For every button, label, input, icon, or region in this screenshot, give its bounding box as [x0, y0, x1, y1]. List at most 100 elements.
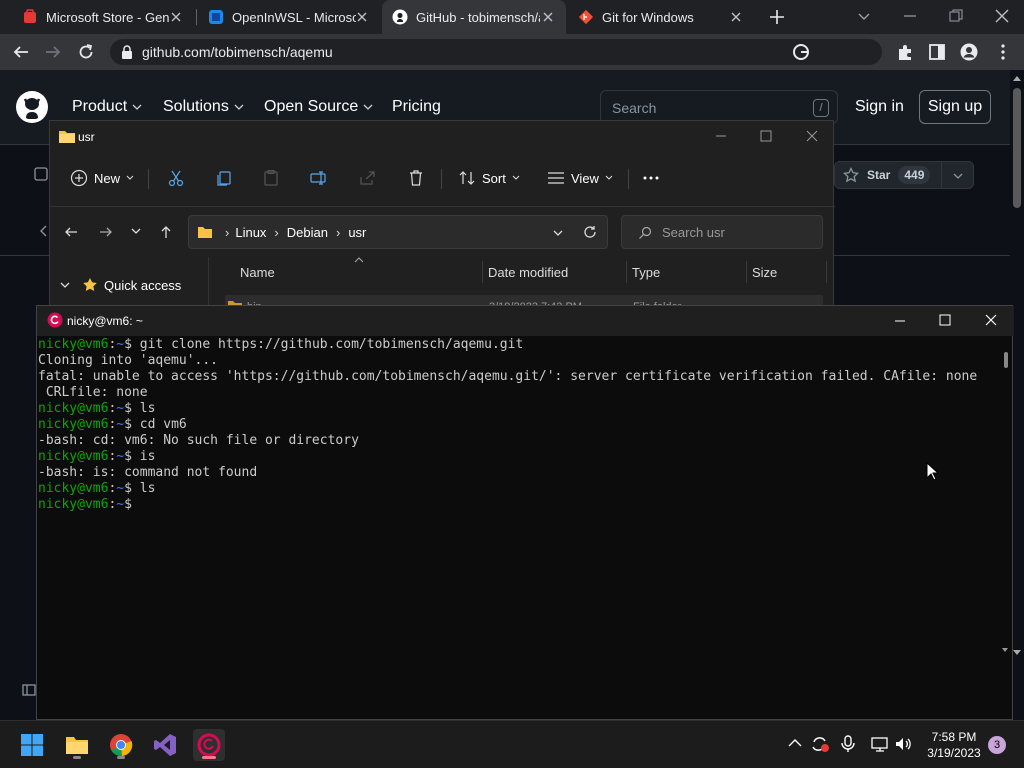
back-arrow-icon[interactable] [64, 225, 78, 239]
google-lens-icon[interactable] [792, 43, 810, 61]
scroll-left-icon[interactable] [40, 225, 48, 237]
view-button[interactable]: View [547, 169, 613, 187]
chevron-down-icon [131, 101, 143, 113]
chevron-down-icon[interactable] [553, 229, 563, 237]
sign-up-button[interactable]: Sign up [919, 90, 991, 124]
breadcrumb-linux[interactable]: Linux [235, 225, 266, 240]
refresh-icon[interactable] [583, 225, 597, 239]
star-list-dropdown[interactable] [941, 161, 974, 189]
prompt-path: ~ [116, 497, 125, 512]
search-icon [638, 226, 652, 240]
show-hidden-icons-icon[interactable] [788, 738, 802, 748]
taskbar-file-explorer[interactable] [61, 729, 93, 761]
github-search-input[interactable]: Search / [600, 90, 838, 124]
terminal-scrollbar[interactable] [1004, 352, 1008, 368]
maximize-icon[interactable] [759, 129, 773, 143]
taskbar-debian-terminal[interactable] [193, 729, 225, 761]
forward-icon[interactable] [44, 43, 62, 61]
close-icon[interactable] [984, 313, 998, 327]
taskbar-visual-studio[interactable] [149, 729, 181, 761]
close-icon[interactable] [728, 9, 744, 25]
sync-icon[interactable] [810, 735, 830, 753]
explorer-title: usr [78, 130, 95, 144]
prompt-path: ~ [116, 337, 125, 352]
nav-open-source[interactable]: Open Source [264, 98, 374, 116]
explorer-address-bar[interactable]: › Linux › Debian › usr [188, 215, 608, 249]
tab-search-icon[interactable] [856, 8, 872, 24]
start-button[interactable] [16, 729, 48, 761]
nav-pricing[interactable]: Pricing [392, 98, 441, 116]
column-date-modified[interactable]: Date modified [488, 265, 568, 280]
breadcrumb-debian[interactable]: Debian [287, 225, 328, 240]
new-button[interactable]: New [70, 169, 134, 187]
sort-button[interactable]: Sort [458, 169, 520, 187]
tab-microsoft-store[interactable]: Microsoft Store - Gene [12, 0, 194, 34]
up-arrow-icon[interactable] [159, 225, 173, 239]
scroll-down-icon[interactable] [1002, 648, 1008, 652]
cut-button[interactable] [167, 169, 185, 187]
maximize-icon[interactable] [938, 313, 952, 327]
explorer-titlebar: usr [50, 121, 835, 151]
terminal-line: nicky@vm6:~$ git clone https://github.co… [38, 337, 999, 353]
close-icon[interactable] [354, 9, 370, 25]
prompt-symbol: $ [124, 497, 132, 512]
forward-arrow-icon[interactable] [99, 225, 113, 239]
close-icon[interactable] [168, 9, 184, 25]
taskbar-chrome[interactable] [105, 729, 137, 761]
prompt-symbol: $ [124, 337, 132, 352]
explorer-search-input[interactable]: Search usr [621, 215, 823, 249]
github-icon [392, 9, 408, 25]
recent-locations-icon[interactable] [131, 227, 141, 235]
tab-github[interactable]: GitHub - tobimensch/a [382, 0, 566, 34]
rename-button[interactable] [310, 169, 328, 187]
quick-access-item[interactable]: Quick access [60, 277, 181, 293]
more-icon [642, 169, 660, 187]
microphone-icon[interactable] [841, 735, 855, 753]
nav-product[interactable]: Product [72, 98, 143, 116]
lock-icon[interactable] [121, 45, 133, 59]
github-logo-icon[interactable] [16, 91, 48, 123]
network-icon[interactable] [870, 736, 890, 752]
column-type[interactable]: Type [632, 265, 660, 280]
terminal-line: -bash: cd: vm6: No such file or director… [38, 433, 999, 449]
folder-icon [58, 128, 76, 144]
copy-button[interactable] [215, 169, 233, 187]
restore-icon[interactable] [948, 8, 964, 24]
minimize-icon[interactable] [714, 129, 728, 143]
profile-icon[interactable] [960, 43, 978, 61]
minimize-icon[interactable] [893, 314, 907, 328]
more-options-button[interactable] [642, 169, 660, 187]
column-size[interactable]: Size [752, 265, 777, 280]
new-tab-icon[interactable] [768, 8, 786, 26]
notification-badge[interactable]: 3 [988, 736, 1006, 754]
chevron-down-icon [233, 101, 245, 113]
extensions-icon[interactable] [896, 43, 914, 61]
back-icon[interactable] [12, 43, 30, 61]
sign-in-link[interactable]: Sign in [855, 98, 904, 116]
share-button[interactable] [358, 169, 376, 187]
sort-label: Sort [482, 170, 506, 186]
close-window-icon[interactable] [994, 8, 1010, 24]
tab-git-for-windows[interactable]: Git for Windows [568, 0, 754, 34]
breadcrumb-usr[interactable]: usr [348, 225, 366, 240]
close-icon[interactable] [540, 9, 556, 25]
minimize-icon[interactable] [902, 8, 918, 24]
reload-icon[interactable] [77, 43, 95, 61]
browser-menu-icon[interactable] [994, 43, 1012, 61]
side-panel-icon[interactable] [928, 43, 946, 61]
delete-button[interactable] [407, 169, 425, 187]
nav-solutions[interactable]: Solutions [163, 98, 245, 116]
command-text: git clone https://github.com/tobimensch/… [131, 337, 524, 352]
paste-button[interactable] [262, 169, 280, 187]
address-bar[interactable]: github.com/tobimensch/aqemu [110, 39, 882, 65]
close-icon[interactable] [805, 129, 819, 143]
view-label: View [571, 170, 599, 186]
system-clock[interactable]: 7:58 PM 3/19/2023 [920, 729, 988, 761]
terminal-output[interactable]: nicky@vm6:~$ git clone https://github.co… [37, 336, 999, 720]
chevron-down-icon [362, 101, 374, 113]
tab-openinwsl[interactable]: OpenInWSL - Microsoft [198, 0, 380, 34]
column-name[interactable]: Name [240, 265, 275, 280]
prompt-user: nicky@vm6 [38, 497, 109, 512]
sidebar-toggle-icon[interactable] [22, 684, 36, 696]
volume-icon[interactable] [895, 736, 913, 752]
